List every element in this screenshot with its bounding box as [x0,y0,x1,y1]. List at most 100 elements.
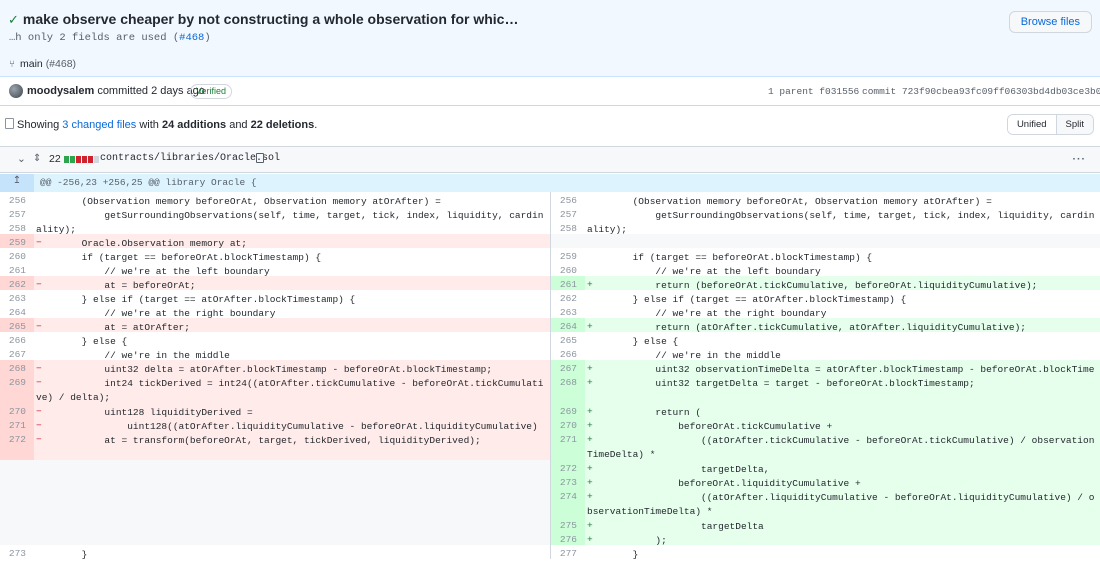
line-number[interactable]: 261 [0,262,34,276]
line-number[interactable]: 277 [551,545,585,559]
code-line: // we're at the left boundary [587,266,821,277]
expand-up-icon[interactable]: ↥ [0,174,34,192]
change-count: 22 [49,153,61,165]
line-number[interactable] [0,488,34,517]
diffstat-block [82,156,87,163]
line-number[interactable]: 261 [551,276,585,290]
line-number[interactable]: 270 [551,417,585,431]
line-number[interactable]: 259 [0,234,34,248]
commit-time: committed 2 days ago [97,85,205,97]
line-number[interactable] [0,460,34,474]
code-line: } else if (target == atOrAfter.blockTime… [587,294,907,305]
line-number[interactable]: 267 [0,346,34,360]
diffstat-block [76,156,81,163]
line-number[interactable]: 274 [551,488,585,517]
author-name[interactable]: moodysalem [27,85,94,97]
code-line: uint128((atOrAfter.liquidityCumulative -… [36,421,538,446]
line-number[interactable]: 273 [0,545,34,559]
line-number[interactable]: 262 [551,290,585,304]
code-line: beforeOrAt.liquidityCumulative + [587,478,861,489]
line-number[interactable]: 256 [551,192,585,206]
code-line: } else { [36,336,128,347]
diffstat-block [70,156,75,163]
code-line: uint32 observationTimeDelta = atOrAfter.… [587,364,1095,389]
code-line: uint32 targetDelta = target - beforeOrAt… [587,378,975,389]
file-menu-kebab-icon[interactable]: ··· [1073,153,1087,165]
line-number[interactable]: 260 [0,248,34,262]
branch-name[interactable]: main [20,58,43,70]
view-toggle: Unified Split [1006,114,1094,135]
commit-header: ✓ make observe cheaper by not constructin… [0,0,1100,77]
diff-summary: Showing 3 changed files with 24 addition… [0,112,1100,138]
line-number[interactable]: 275 [551,517,585,531]
avatar[interactable] [9,84,23,98]
file-path[interactable]: contracts/libraries/Oracle.sol [100,153,280,165]
code-line: if (target == beforeOrAt.blockTimestamp)… [587,252,873,263]
line-number[interactable]: 268 [0,360,34,374]
branch-pr[interactable]: (#468) [46,58,76,70]
line-number[interactable]: 256 [0,192,34,206]
line-number[interactable]: 263 [551,304,585,318]
line-number[interactable]: 263 [0,290,34,304]
line-number[interactable]: 269 [551,403,585,417]
line-number[interactable]: 259 [551,248,585,262]
code-line: at = atOrAfter; [36,322,190,333]
line-number[interactable]: 271 [0,417,34,431]
line-number[interactable]: 267 [551,360,585,374]
code-line: (Observation memory beforeOrAt, Observat… [36,196,441,207]
branch-icon: ⑂ [9,59,15,70]
line-number[interactable]: 265 [551,332,585,346]
line-number[interactable]: 257 [551,206,585,220]
hunk-header: @@ -256,23 +256,25 @@ library Oracle { [40,177,257,188]
line-number[interactable]: 260 [551,262,585,276]
code-line: return (beforeOrAt.tickCumulative, befor… [587,280,1038,291]
line-number[interactable]: 266 [551,346,585,360]
split-button[interactable]: Split [1056,115,1093,134]
line-number[interactable]: 264 [0,304,34,318]
line-number[interactable]: 264 [551,318,585,332]
collapse-chevron-icon[interactable]: ⌄ [17,153,26,165]
expand-all-icon[interactable]: ⇕ [33,153,41,165]
line-number[interactable]: 265 [0,318,34,332]
line-number[interactable]: 272 [551,460,585,474]
line-number[interactable]: 272 [0,431,34,460]
line-number[interactable]: 258 [551,220,585,234]
code-line: int24 tickDerived = int24((atOrAfter.tic… [36,378,544,404]
code-line: ); [587,535,667,546]
author-row: moodysalem committed 2 days ago Verified… [0,78,1100,106]
line-number[interactable]: 271 [551,431,585,460]
line-number[interactable]: 257 [0,206,34,220]
code-line: targetDelta, [587,464,770,475]
pr-link[interactable]: #468 [179,32,204,44]
line-number[interactable]: 268 [551,374,585,403]
line-number[interactable]: 270 [0,403,34,417]
code-line: if (target == beforeOrAt.blockTimestamp)… [36,252,322,263]
line-number[interactable] [0,474,34,488]
code-line: // we're at the right boundary [36,308,276,319]
browse-files-button[interactable]: Browse files [1008,11,1092,33]
verified-badge[interactable]: Verified [190,84,233,99]
line-number[interactable] [0,531,34,545]
unified-button[interactable]: Unified [1007,115,1057,134]
parent-info[interactable]: 1 parent f031556 [768,86,859,97]
diffstat-block [88,156,93,163]
file-diff: ⌄ ⇕ 22 contracts/libraries/Oracle.sol ··… [0,146,1100,562]
code-line: at = beforeOrAt; [36,280,196,291]
changed-files-link[interactable]: 3 changed files [62,119,136,131]
code-line: uint128 liquidityDerived = [36,407,253,418]
line-number[interactable] [0,517,34,531]
code-line: // we're at the right boundary [587,308,827,319]
line-number[interactable] [551,234,585,248]
line-number[interactable]: 262 [0,276,34,290]
copy-icon[interactable] [256,153,264,163]
hunk-header-row: ↥ @@ -256,23 +256,25 @@ library Oracle { [0,174,1100,192]
line-number[interactable]: 276 [551,531,585,545]
line-number[interactable]: 258 [0,220,34,234]
line-number[interactable]: 273 [551,474,585,488]
line-number[interactable]: 266 [0,332,34,346]
line-number[interactable]: 269 [0,374,34,403]
author-text: moodysalem committed 2 days ago [27,85,205,97]
code-line: beforeOrAt.tickCumulative + [587,421,833,432]
